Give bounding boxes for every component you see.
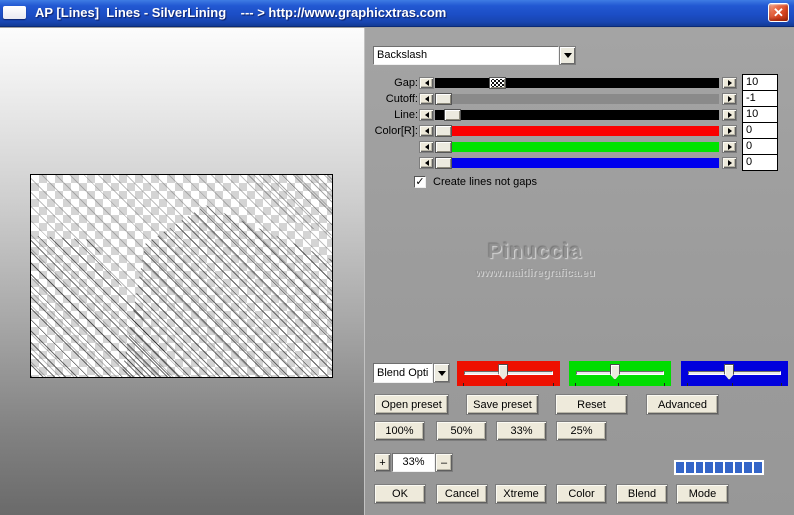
reset-button[interactable]: Reset xyxy=(555,394,628,415)
gap-slider-track[interactable] xyxy=(435,78,719,88)
color-r-slider-thumb[interactable] xyxy=(435,125,452,137)
titlebar[interactable]: AP [Lines] Lines - SilverLining --- > ht… xyxy=(0,0,794,27)
red-channel-thumb[interactable] xyxy=(498,364,508,380)
zoom-100-button[interactable]: 100% xyxy=(374,421,425,441)
arrow-right-icon xyxy=(728,128,732,134)
cancel-button[interactable]: Cancel xyxy=(436,484,488,504)
color-b-slider-track[interactable] xyxy=(435,158,719,168)
slider-groove xyxy=(464,371,553,375)
window-title: AP [Lines] Lines - SilverLining --- > ht… xyxy=(35,5,446,20)
arrow-right-icon xyxy=(728,80,732,86)
slider-label-cutoff: Cutoff: xyxy=(365,93,418,105)
gap-decrement-button[interactable] xyxy=(419,77,434,89)
progress-bar xyxy=(673,459,765,476)
blue-channel-slider[interactable] xyxy=(681,361,788,386)
app-icon xyxy=(3,6,26,19)
color-r-slider-track[interactable] xyxy=(435,126,719,136)
color-b-value-field[interactable]: 0 xyxy=(742,154,778,171)
color-g-decrement-button[interactable] xyxy=(419,141,434,153)
blue-channel-thumb[interactable] xyxy=(724,364,734,380)
line-value-field[interactable]: 10 xyxy=(742,106,778,123)
line-increment-button[interactable] xyxy=(722,109,737,121)
watermark-name: Pinuccia xyxy=(445,240,625,264)
watermark-site: www.maidiregrafica.eu xyxy=(445,267,625,279)
slider-groove xyxy=(688,371,781,375)
zoom-25-button[interactable]: 25% xyxy=(556,421,607,441)
xtreme-button[interactable]: Xtreme xyxy=(495,484,547,504)
zoom-level-field[interactable]: 33% xyxy=(392,453,435,472)
color-b-increment-button[interactable] xyxy=(722,157,737,169)
cutoff-value-field[interactable]: -1 xyxy=(742,90,778,107)
slider-label-line: Line: xyxy=(365,109,418,121)
cutoff-increment-button[interactable] xyxy=(722,93,737,105)
arrow-left-icon xyxy=(425,80,429,86)
color-b-slider-thumb[interactable] xyxy=(435,157,452,169)
blend-button[interactable]: Blend xyxy=(616,484,668,504)
pattern-preview[interactable] xyxy=(30,174,333,378)
red-channel-slider[interactable] xyxy=(457,361,560,386)
cutoff-slider-track[interactable] xyxy=(435,94,719,104)
green-channel-slider[interactable] xyxy=(569,361,671,386)
arrow-right-icon xyxy=(728,144,732,150)
color-r-decrement-button[interactable] xyxy=(419,125,434,137)
color-g-value-field[interactable]: 0 xyxy=(742,138,778,155)
cutoff-decrement-button[interactable] xyxy=(419,93,434,105)
color-r-value-field[interactable]: 0 xyxy=(742,122,778,139)
mode-button[interactable]: Mode xyxy=(676,484,729,504)
slider-label-gap: Gap: xyxy=(365,77,418,89)
zoom-33-button[interactable]: 33% xyxy=(496,421,547,441)
ok-button[interactable]: OK xyxy=(374,484,426,504)
color-g-increment-button[interactable] xyxy=(722,141,737,153)
gap-value-field[interactable]: 10 xyxy=(742,74,778,91)
line-decrement-button[interactable] xyxy=(419,109,434,121)
color-r-increment-button[interactable] xyxy=(722,125,737,137)
zoom-out-button[interactable]: – xyxy=(435,453,453,472)
zoom-in-button[interactable]: + xyxy=(374,453,391,472)
blend-options-value: Blend Opti xyxy=(373,363,433,383)
color-b-decrement-button[interactable] xyxy=(419,157,434,169)
color-g-slider-track[interactable] xyxy=(435,142,719,152)
plugin-dialog: AP [Lines] Lines - SilverLining --- > ht… xyxy=(0,0,794,515)
close-button[interactable]: ✕ xyxy=(768,3,789,22)
arrow-left-icon xyxy=(425,128,429,134)
green-channel-thumb[interactable] xyxy=(610,364,620,380)
slider-groove xyxy=(576,371,664,375)
watermark: Pinuccia www.maidiregrafica.eu xyxy=(445,240,625,279)
chevron-down-icon xyxy=(438,371,446,376)
pattern-dropdown-button[interactable] xyxy=(559,46,576,65)
open-preset-button[interactable]: Open preset xyxy=(374,394,449,415)
chevron-down-icon xyxy=(564,53,572,58)
arrow-right-icon xyxy=(728,160,732,166)
gap-increment-button[interactable] xyxy=(722,77,737,89)
check-icon: ✓ xyxy=(415,176,424,188)
slider-label-color-r: Color[R]: xyxy=(365,125,418,137)
advanced-button[interactable]: Advanced xyxy=(646,394,719,415)
create-lines-checkbox[interactable]: ✓ xyxy=(414,176,426,188)
pattern-dropdown[interactable]: Backslash xyxy=(373,46,576,65)
save-preset-button[interactable]: Save preset xyxy=(466,394,539,415)
arrow-left-icon xyxy=(425,96,429,102)
close-icon: ✕ xyxy=(773,5,784,20)
control-panel: Backslash Gap: 10 Cutoff: -1 Line: 10 xyxy=(364,28,794,515)
arrow-left-icon xyxy=(425,160,429,166)
blend-options-dropdown[interactable]: Blend Opti xyxy=(373,363,450,383)
arrow-left-icon xyxy=(425,112,429,118)
arrow-right-icon xyxy=(728,112,732,118)
pattern-dropdown-value: Backslash xyxy=(373,46,559,65)
create-lines-checkbox-label: Create lines not gaps xyxy=(433,176,537,188)
color-g-slider-thumb[interactable] xyxy=(435,141,452,153)
arrow-right-icon xyxy=(728,96,732,102)
gap-slider-thumb[interactable] xyxy=(489,77,506,89)
line-slider-track[interactable] xyxy=(435,110,719,120)
arrow-left-icon xyxy=(425,144,429,150)
zoom-50-button[interactable]: 50% xyxy=(436,421,487,441)
cutoff-slider-thumb[interactable] xyxy=(435,93,452,105)
color-button[interactable]: Color xyxy=(556,484,607,504)
line-slider-thumb[interactable] xyxy=(444,109,461,121)
blend-options-dropdown-button[interactable] xyxy=(433,363,450,383)
